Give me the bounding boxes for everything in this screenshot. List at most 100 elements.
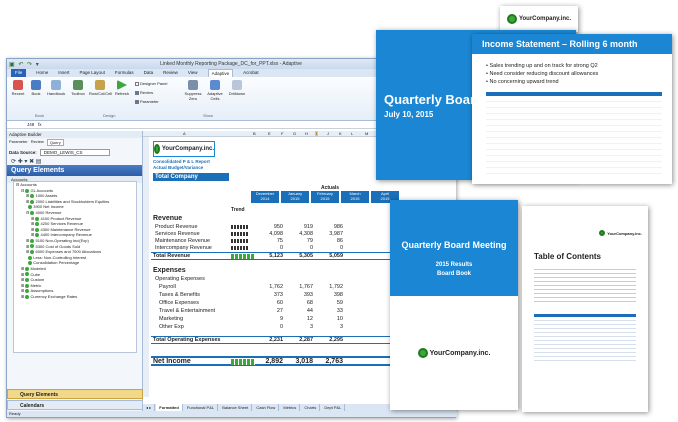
tab-page-layout[interactable]: Page Layout [80, 69, 105, 77]
query-elements-footer[interactable]: Query Elements [7, 389, 143, 399]
sparkbar [231, 359, 255, 365]
col-header[interactable]: M [365, 131, 368, 136]
col-header[interactable]: F [281, 131, 283, 136]
revenue-cell: 75 [276, 238, 283, 244]
pane-tab-review[interactable]: Review [31, 139, 44, 146]
suppress-zero-button[interactable]: Suppress Zero [183, 80, 203, 101]
pane-tab-parameter[interactable]: Parameter [9, 139, 28, 146]
tab-home[interactable]: Home [36, 69, 48, 77]
col-header[interactable]: H [305, 131, 308, 136]
month-header: February 2015 [311, 191, 339, 203]
expense-cell: 27 [276, 308, 283, 314]
logo-card: YourCompany.inc. [500, 6, 578, 32]
expense-row-label: Marketing [159, 316, 184, 322]
pane-toolbar[interactable]: ⟳ ✚ ▾ ✖ ▤ [7, 158, 142, 165]
company-logo: YourCompany.inc. [153, 141, 215, 157]
col-header[interactable]: B [253, 131, 256, 136]
tab-file[interactable]: File [11, 69, 27, 77]
name-box[interactable]: J48 [27, 122, 34, 127]
col-header[interactable]: K [339, 131, 342, 136]
bullet: • Sales trending up and on track for str… [486, 63, 598, 69]
revenue-cell: 3,987 [329, 231, 343, 237]
revenue-row-label: Product Revenue [155, 224, 198, 230]
quick-access-toolbar[interactable]: ▣ ↶ ↷ ▾ [9, 60, 40, 70]
title-slide-date: July 10, 2015 [384, 110, 434, 119]
expense-cell: 3 [339, 324, 343, 330]
row-headers [143, 137, 149, 397]
logo-mark-icon [506, 14, 517, 24]
expense-row-label: Payroll [159, 284, 176, 290]
fx-icon: fx [38, 122, 42, 127]
bullet: • No concerning upward trend [486, 79, 559, 85]
expense-cell: 0 [279, 324, 283, 330]
tab-view[interactable]: View [188, 69, 198, 77]
revenue-title: Revenue [153, 215, 183, 222]
drilldown-button[interactable]: Drilldown [227, 80, 247, 96]
expense-cell: 44 [306, 308, 313, 314]
expense-cell: 393 [303, 292, 313, 298]
tab-adaptive[interactable]: Adaptive [207, 69, 234, 77]
tab-acrobat[interactable]: Acrobat [243, 69, 259, 77]
tree-item[interactable]: ⊞ Currency Exchange Rates [16, 294, 136, 300]
adaptive-cells-button[interactable]: Adaptive Cells [205, 80, 225, 101]
calendars-footer[interactable]: Calendars [7, 400, 143, 410]
revenue-cell: 0 [309, 245, 313, 251]
expense-cell: 1,792 [329, 284, 343, 290]
revenue-row-label: Intercompany Revenue [155, 245, 212, 251]
col-header[interactable]: I [315, 131, 319, 136]
cover-logo-area: YourCompany.inc. [390, 296, 518, 410]
col-header[interactable]: G [293, 131, 296, 136]
recent-button[interactable]: Recent [9, 80, 27, 96]
handbook-button[interactable]: Handbook [47, 80, 65, 96]
data-source-row: Data Source: DEMO_LEWIS_CS [7, 147, 142, 158]
revenue-row-label: Services Revenue [155, 231, 200, 237]
window-title: Linked Monthly Reporting Package_DC_for_… [160, 61, 302, 67]
toc-page: YourCompany.inc. Table of Contents [522, 206, 648, 412]
data-source-select[interactable]: DEMO_LEWIS_CS [39, 149, 110, 156]
toolbox-button[interactable]: Toolbox [69, 80, 87, 96]
col-header[interactable]: E [268, 131, 271, 136]
sparkbar [231, 254, 255, 259]
query-elements-header: Query Elements [7, 165, 142, 176]
book-properties-button[interactable]: Book [27, 80, 45, 96]
toc-entries [534, 266, 636, 304]
tab-formulas[interactable]: Formulas [115, 69, 134, 77]
tab-insert[interactable]: Insert [58, 69, 69, 77]
review-checkbox[interactable]: Review [135, 90, 153, 95]
col-header[interactable]: J [327, 131, 329, 136]
group-show-label: Show [203, 113, 214, 118]
company-bar: Total Company [153, 173, 229, 181]
account-tree[interactable]: ⊟ Accounts ⊟ GL Accounts ⊞ 1000 Assets ⊞… [13, 181, 137, 353]
revenue-cell: 0 [279, 245, 283, 251]
tab-review[interactable]: Review [163, 69, 178, 77]
pane-tabs: Parameter Review Query [7, 138, 142, 147]
tab-data[interactable]: Data [144, 69, 154, 77]
total-revenue-row: Total Revenue 5,123 5,305 5,059 [151, 252, 401, 260]
expense-cell: 398 [333, 292, 343, 298]
expense-row-label: Office Expenses [159, 300, 199, 306]
expense-row-label: Other Exp [159, 324, 184, 330]
col-header[interactable]: L [351, 131, 353, 136]
revenue-cell: 79 [306, 238, 313, 244]
pane-tab-query[interactable]: Query [46, 139, 64, 146]
revenue-cell: 4,098 [269, 231, 283, 237]
total-opex-row: Total Operating Expenses 2,231 2,287 2,2… [151, 336, 401, 344]
cover-page: Quarterly Board Meeting 2015 Results Boa… [390, 200, 518, 410]
income-table [486, 92, 662, 176]
row-col-cell-button[interactable]: Row/Col/Cell [89, 80, 112, 96]
data-source-label: Data Source: [9, 150, 37, 155]
total-rev-dec: 5,123 [269, 253, 283, 259]
sparkline [231, 225, 249, 229]
expenses-title: Expenses [153, 267, 186, 274]
sparkline [231, 246, 249, 250]
month-header: March 2015 [341, 191, 369, 203]
designer-panel-checkbox[interactable]: Designer Panel [135, 81, 167, 86]
refresh-button[interactable]: Refresh [113, 80, 131, 96]
col-header[interactable]: A [183, 131, 186, 136]
parameter-checkbox[interactable]: Parameter [135, 99, 159, 104]
cover-subtitle: 2015 Results [435, 262, 473, 268]
logo: YourCompany.inc. [599, 230, 642, 236]
group-design-label: Design [103, 113, 116, 118]
cover-title: Quarterly Board Meeting [401, 240, 507, 250]
revenue-cell: 86 [336, 238, 343, 244]
